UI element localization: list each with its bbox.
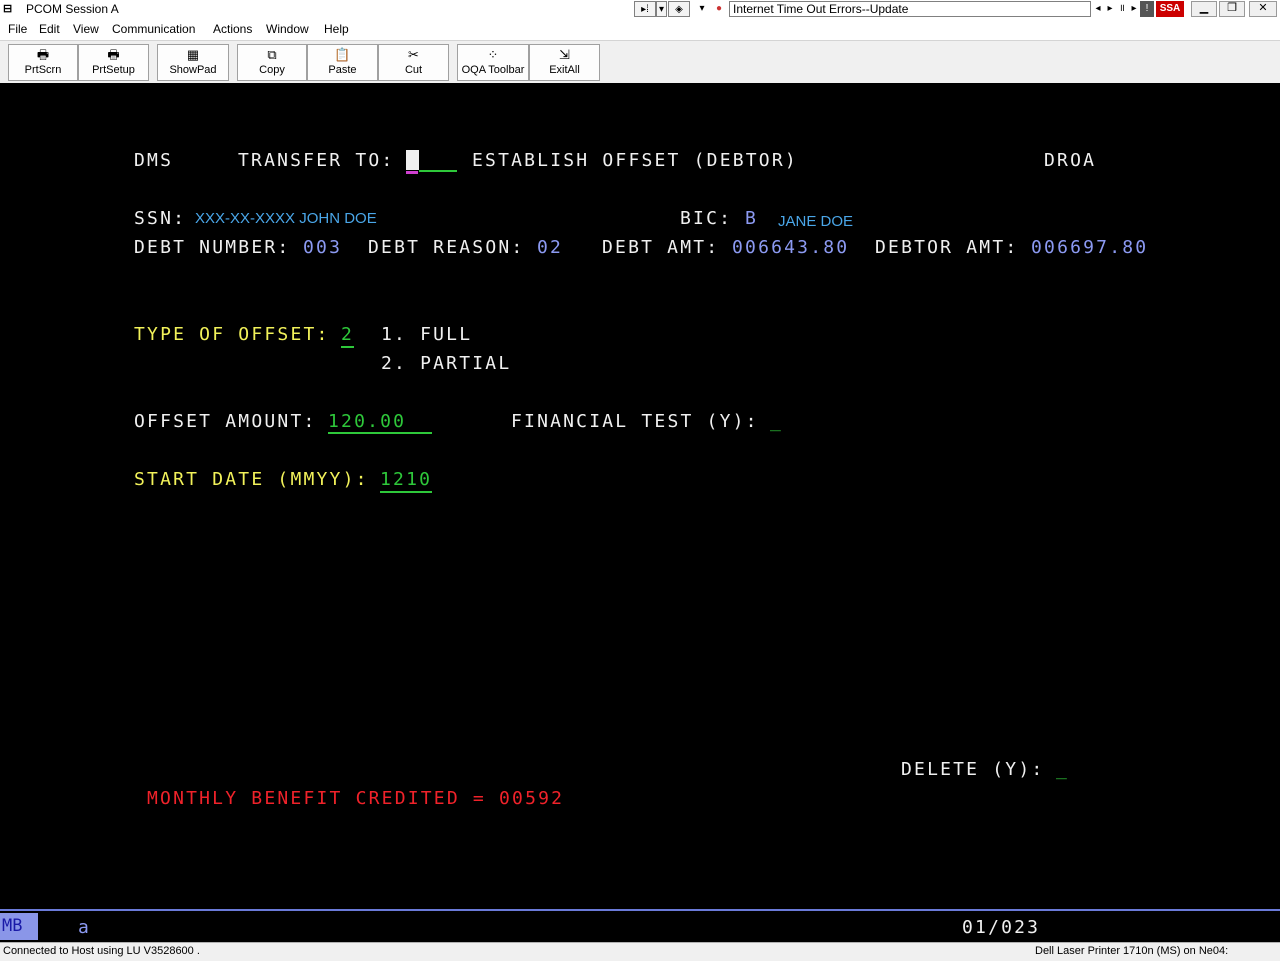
exit-icon: ⇲ — [559, 47, 570, 62]
debt-amt-label: DEBT AMT: — [602, 237, 720, 258]
prtsetup-button[interactable]: 🖶 PrtSetup — [78, 44, 149, 81]
title-bar: ⊟ PCOM Session A ▸⁞ ▾ ◈ ▾ ● Internet Tim… — [0, 0, 1280, 20]
menu-bar: File Edit View Communication Actions Win… — [0, 19, 1280, 41]
offset-type-label: TYPE OF OFFSET: — [134, 324, 330, 345]
offset-amount-field[interactable]: 120.00 — [328, 411, 406, 433]
mode-indicator: MB — [2, 916, 23, 936]
offset-amount-underline — [328, 432, 432, 434]
ssa-logo: SSA — [1156, 1, 1184, 17]
document-title[interactable]: Internet Time Out Errors--Update — [729, 1, 1091, 17]
keyboard-icon[interactable]: ◈ — [668, 1, 690, 17]
toolbar: 🖶 PrtScrn 🖶 PrtSetup ▦ ShowPad ⧉ Copy 📋 … — [0, 41, 1280, 83]
ssn-value: XXX-XX-XXXX JOHN DOE — [195, 210, 377, 227]
minimize-icon[interactable]: ▁ — [1191, 1, 1217, 17]
browser-icon[interactable]: ● — [712, 1, 726, 17]
offset-option-full: 1. FULL — [381, 324, 473, 345]
debt-reason-label: DEBT REASON: — [368, 237, 525, 258]
screen-id: DROA — [1044, 150, 1097, 171]
offset-type-field[interactable]: 2 — [341, 324, 355, 348]
pause-icon[interactable]: ॥ — [1116, 1, 1128, 17]
cursor-position: 01/023 — [962, 917, 1041, 938]
start-date-label: START DATE (MMYY): — [134, 469, 369, 490]
offset-option-partial: 2. PARTIAL — [381, 353, 512, 374]
window-title: PCOM Session A — [26, 2, 119, 16]
oia-indicator: a — [78, 917, 92, 938]
close-icon[interactable]: ✕ — [1249, 1, 1277, 17]
oqa-toolbar-button[interactable]: ⁘ OQA Toolbar — [457, 44, 529, 81]
terminal-screen[interactable]: DMS TRANSFER TO: ESTABLISH OFFSET (DEBTO… — [0, 83, 1280, 908]
bic-label: BIC: — [680, 208, 733, 229]
menu-help[interactable]: Help — [324, 22, 349, 36]
debt-number-label: DEBT NUMBER: — [134, 237, 291, 258]
ssn-label: SSN: — [134, 208, 187, 229]
printer-screen-icon: 🖶 — [36, 47, 50, 62]
debt-number-value: 003 — [303, 237, 343, 258]
bic-name: JANE DOE — [778, 213, 854, 230]
alert-icon[interactable]: ! — [1140, 1, 1154, 17]
copy-button[interactable]: ⧉ Copy — [237, 44, 307, 81]
transfer-to-label: TRANSFER TO: — [238, 150, 395, 171]
next-arrow-icon[interactable]: ▸ — [1104, 1, 1116, 17]
status-message: MONTHLY BENEFIT CREDITED = 00592 — [147, 788, 565, 809]
system-id: DMS — [134, 150, 174, 171]
status-bar: Connected to Host using LU V3528600 . De… — [0, 942, 1280, 961]
exitall-button[interactable]: ⇲ ExitAll — [529, 44, 600, 81]
menu-window[interactable]: Window — [266, 22, 309, 36]
cursor-underline — [406, 171, 418, 174]
session-menu-icon[interactable]: ▸⁞ — [634, 1, 656, 17]
scissors-icon: ✂ — [408, 47, 419, 62]
dropdown-arrow-icon[interactable]: ▾ — [656, 1, 667, 17]
paste-button[interactable]: 📋 Paste — [307, 44, 378, 81]
connection-status: Connected to Host using LU V3528600 . — [3, 945, 200, 957]
cut-button[interactable]: ✂ Cut — [378, 44, 449, 81]
printer-setup-icon: 🖶 — [107, 47, 120, 62]
transfer-to-field[interactable] — [419, 170, 457, 172]
bic-value: B — [745, 208, 759, 229]
oqa-toolbar-icon: ⁘ — [487, 47, 499, 62]
financial-test-label: FINANCIAL TEST (Y): — [511, 411, 759, 432]
delete-field[interactable]: _ — [1056, 759, 1069, 781]
copy-icon: ⧉ — [267, 47, 277, 62]
debt-amt-value: 006643.80 — [732, 237, 850, 258]
keypad-icon: ▦ — [186, 47, 200, 62]
menu-communication[interactable]: Communication — [112, 22, 195, 36]
menu-view[interactable]: View — [73, 22, 99, 36]
debtor-amt-value: 006697.80 — [1031, 237, 1149, 258]
terminal-cursor — [406, 150, 419, 170]
menu-actions[interactable]: Actions — [213, 22, 252, 36]
paste-icon: 📋 — [334, 47, 351, 62]
delete-label: DELETE (Y): — [901, 759, 1045, 780]
pcom-app-icon[interactable]: ⊟ — [3, 3, 17, 16]
debt-reason-value: 02 — [537, 237, 564, 258]
start-date-field[interactable]: 1210 — [380, 469, 433, 493]
play-icon[interactable]: ▸ — [1128, 1, 1140, 17]
offset-amount-label: OFFSET AMOUNT: — [134, 411, 317, 432]
financial-test-field[interactable]: _ — [770, 411, 783, 433]
debtor-amt-label: DEBTOR AMT: — [875, 237, 1019, 258]
prtscrn-button[interactable]: 🖶 PrtScrn — [8, 44, 78, 81]
showpad-button[interactable]: ▦ ShowPad — [157, 44, 229, 81]
screen-title: ESTABLISH OFFSET (DEBTOR) — [472, 150, 798, 171]
prev-arrow-icon[interactable]: ◂ — [1092, 1, 1104, 17]
operator-info-area: MB a 01/023 — [0, 909, 1280, 943]
menu-file[interactable]: File — [8, 22, 27, 36]
printer-status: Dell Laser Printer 1710n (MS) on Ne04: — [1035, 945, 1229, 957]
chevron-down-icon[interactable]: ▾ — [693, 1, 711, 17]
restore-icon[interactable]: ❐ — [1219, 1, 1245, 17]
menu-edit[interactable]: Edit — [39, 22, 60, 36]
